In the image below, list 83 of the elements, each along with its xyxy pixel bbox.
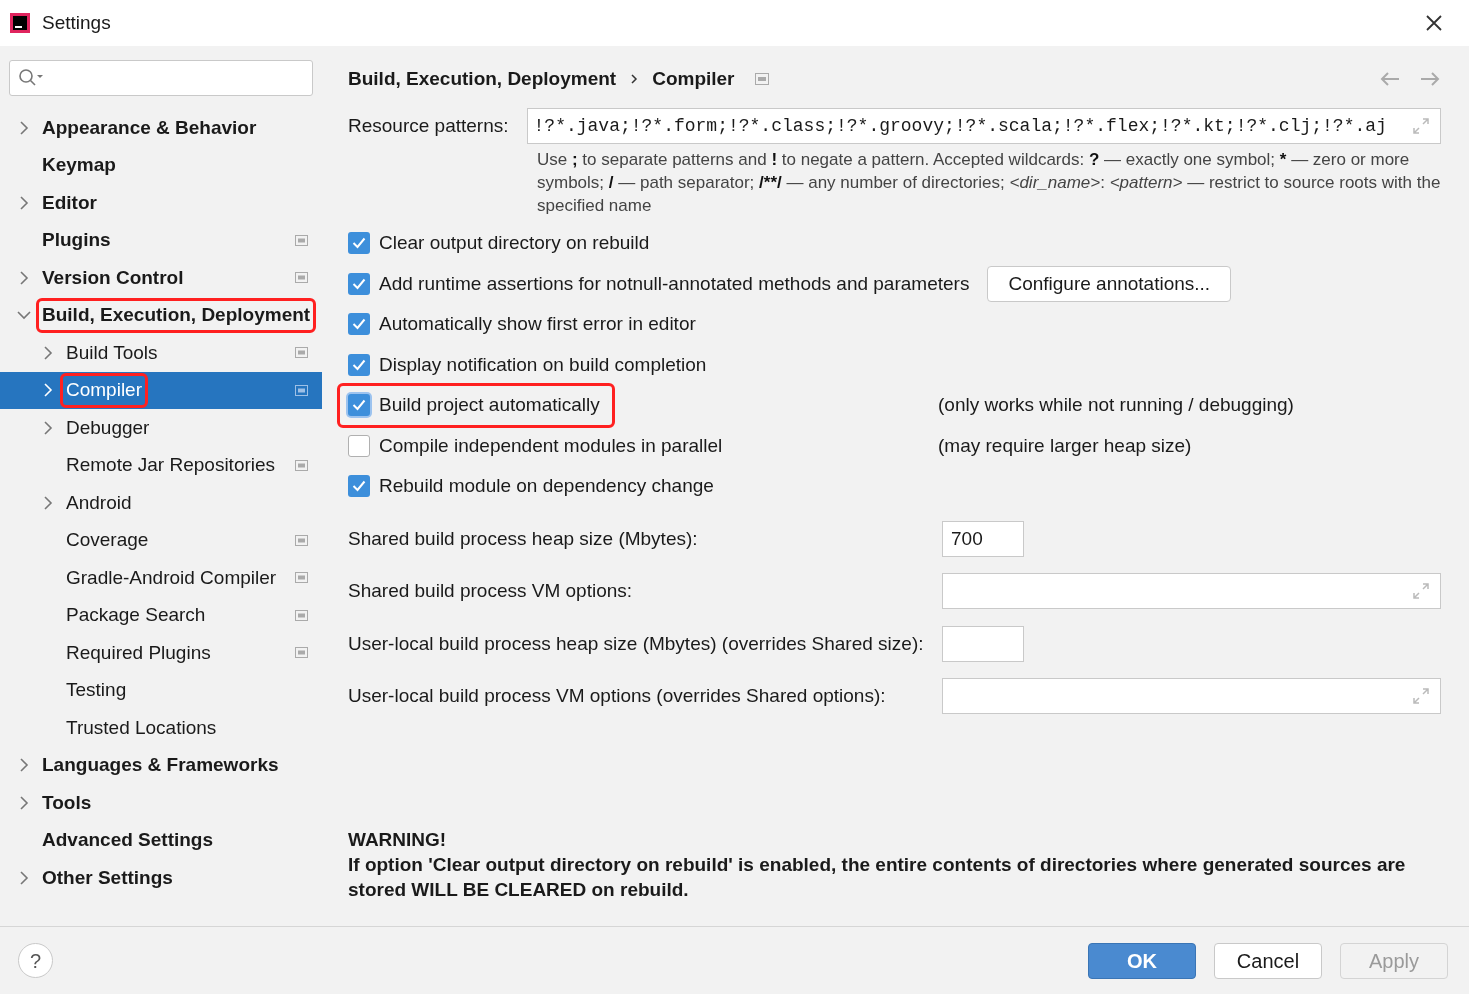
back-arrow-icon[interactable] <box>1379 71 1401 87</box>
tree-item[interactable]: Build, Execution, Deployment <box>0 296 322 334</box>
field-label: Shared build process VM options: <box>348 579 634 603</box>
project-scope-icon <box>295 534 308 546</box>
checkbox[interactable] <box>348 232 370 255</box>
project-scope-icon <box>295 609 308 621</box>
field-label: User-local build process heap size (Mbytes) (overrides Shared size): <box>348 631 925 656</box>
checkbox-label: Rebuild module on dependency change <box>379 474 714 498</box>
checkmark-icon <box>352 358 366 371</box>
search-icon <box>18 68 44 88</box>
field-label: User-local build process VM options (overrides Shared options): <box>348 684 887 708</box>
expand-icon[interactable] <box>1412 117 1430 135</box>
project-scope-icon <box>295 384 308 396</box>
window-title: Settings <box>42 10 111 35</box>
checkbox[interactable] <box>348 353 370 376</box>
forward-arrow-icon[interactable] <box>1419 71 1441 87</box>
checkmark-icon <box>352 237 366 250</box>
checkmark-icon <box>352 480 366 493</box>
checkbox[interactable] <box>348 313 370 336</box>
checkbox-label: Automatically show first error in editor <box>379 312 696 336</box>
field-label: Shared build process heap size (Mbytes): <box>348 526 699 551</box>
field-label: Resource patterns: <box>348 113 509 138</box>
checkbox-label: Compile independent modules in parallel <box>379 433 723 458</box>
tree-item[interactable]: Plugins <box>0 221 322 259</box>
checkbox[interactable] <box>348 434 370 457</box>
tree-item[interactable]: Debugger <box>0 409 322 447</box>
breadcrumb-item: Build, Execution, Deployment <box>348 66 617 91</box>
dialog-button[interactable]: OK <box>1088 942 1196 979</box>
help-button[interactable]: ? <box>18 943 53 978</box>
checkbox-label: Clear output directory on rebuild <box>379 231 650 255</box>
resource-patterns-field[interactable]: !?*.java;!?*.form;!?*.class;!?*.groovy;!?*.scala;!?*.flex;!?*.kt;!?*.clj;!?*.aj <box>526 108 1441 144</box>
project-scope-icon <box>295 347 308 359</box>
tree-item[interactable]: Required Plugins <box>0 634 322 672</box>
tree-item[interactable]: Compiler <box>0 371 322 409</box>
checkbox-label: Build project automatically <box>379 393 600 417</box>
project-scope-icon <box>295 234 308 246</box>
tree-item[interactable]: Package Search <box>0 596 322 634</box>
tree-item[interactable]: Android <box>0 484 322 522</box>
warning-title: WARNING! <box>348 828 448 852</box>
tree-item[interactable]: Trusted Locations <box>0 709 322 747</box>
text-field[interactable] <box>942 678 1441 715</box>
help-text: Use ; to separate patterns and ! to negate a pattern. Accepted wildcards: ? — exactly one symbol; * — zero or more symbols; / — path separator; /**/ — any number of directories; <dir_name>: <pattern> — restrict to source roots with the specified name <box>537 149 1441 217</box>
project-scope-icon <box>754 73 769 85</box>
tree-item[interactable]: Version Control <box>0 259 322 297</box>
dialog-button[interactable]: Cancel <box>1214 942 1322 979</box>
configure-button[interactable]: Configure annotations... <box>987 265 1232 302</box>
tree-item[interactable]: Editor <box>0 184 322 222</box>
tree-item[interactable]: Testing <box>0 671 322 709</box>
checkmark-icon <box>352 399 366 412</box>
project-scope-icon <box>295 459 308 471</box>
expand-icon[interactable] <box>1412 582 1430 601</box>
checkbox[interactable] <box>348 475 370 498</box>
tree-item[interactable]: Other Settings <box>0 859 322 897</box>
checkbox[interactable] <box>348 272 370 295</box>
number-field[interactable]: 700 <box>942 520 1024 557</box>
tree-item[interactable]: Languages & Frameworks <box>0 746 322 784</box>
tree-item[interactable]: Remote Jar Repositories <box>0 446 322 484</box>
chevron-icon <box>630 73 639 85</box>
project-scope-icon <box>295 647 308 659</box>
close-icon[interactable] <box>1425 14 1443 32</box>
option-note: (only works while not running / debugging) <box>938 393 1294 417</box>
tree-item[interactable]: Appearance & Behavior <box>0 109 322 147</box>
warning-text: If option 'Clear output directory on rebuild' is enabled, the entire contents of directories where generated sources are stored WILL BE CLEARED on rebuild. <box>348 853 1407 902</box>
checkmark-icon <box>352 318 366 331</box>
number-field[interactable] <box>942 625 1024 662</box>
project-scope-icon <box>295 272 308 284</box>
tree-item[interactable]: Build Tools <box>0 334 322 372</box>
project-scope-icon <box>295 572 308 584</box>
breadcrumb-item: Compiler <box>652 66 735 91</box>
search-field[interactable] <box>9 60 313 96</box>
tree-item[interactable]: Advanced Settings <box>0 821 322 859</box>
tree-item[interactable]: Coverage <box>0 521 322 559</box>
tree-item[interactable]: Gradle-Android Compiler <box>0 559 322 597</box>
app-logo-icon <box>10 13 30 33</box>
expand-icon[interactable] <box>1412 687 1430 706</box>
checkbox-label: Display notification on build completion <box>379 352 707 377</box>
option-note: (may require larger heap size) <box>938 433 1192 458</box>
checkbox-label: Add runtime assertions for notnull-annotated methods and parameters <box>379 271 970 296</box>
checkmark-icon <box>352 277 366 290</box>
tree-item[interactable]: Keymap <box>0 146 322 184</box>
tree-item[interactable]: Tools <box>0 784 322 822</box>
checkbox[interactable] <box>348 394 370 417</box>
text-field[interactable] <box>942 573 1441 610</box>
